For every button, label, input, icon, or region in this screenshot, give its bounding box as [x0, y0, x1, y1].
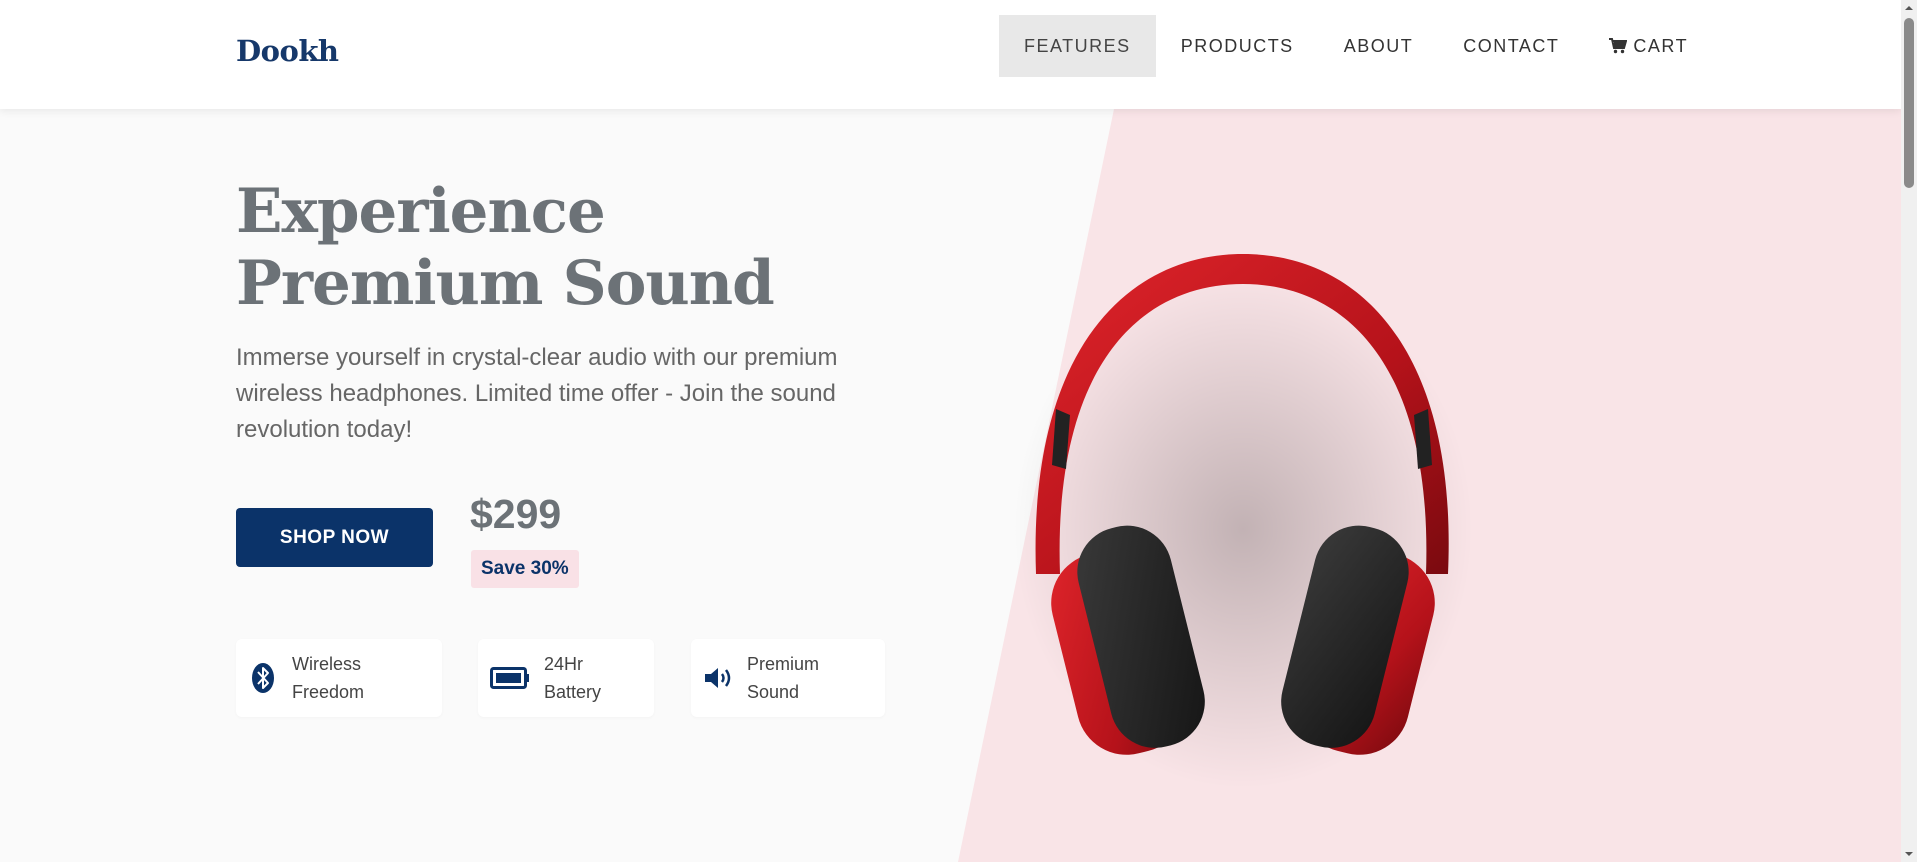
nav-item-about[interactable]: ABOUT	[1319, 15, 1439, 77]
cart-icon	[1609, 38, 1628, 54]
feature-card-sound: Premium Sound	[691, 639, 885, 717]
scroll-up-arrow-icon[interactable]	[1903, 2, 1915, 14]
shop-now-button[interactable]: SHOP NOW	[236, 508, 433, 567]
site-header: Dookh FEATURES PRODUCTS ABOUT CONTACT CA…	[0, 0, 1901, 109]
scroll-thumb[interactable]	[1904, 18, 1914, 188]
feature-line: Premium	[747, 654, 820, 674]
brand-logo[interactable]: Dookh	[236, 34, 339, 68]
feature-line: Sound	[747, 682, 800, 702]
price: $299	[470, 491, 562, 537]
feature-card-wireless: Wireless Freedom	[236, 639, 442, 717]
nav-item-contact[interactable]: CONTACT	[1438, 15, 1584, 77]
nav-item-label: FEATURES	[1024, 35, 1131, 56]
headphones-product-image	[1013, 254, 1473, 789]
feature-card-battery: 24Hr Battery	[478, 639, 654, 717]
nav-item-products[interactable]: PRODUCTS	[1156, 15, 1319, 77]
feature-line: Wireless	[292, 654, 362, 674]
vertical-scrollbar[interactable]	[1901, 0, 1917, 862]
nav-item-label: PRODUCTS	[1180, 35, 1294, 56]
feature-line: 24Hr	[544, 654, 584, 674]
nav-item-label: ABOUT	[1343, 35, 1414, 56]
bluetooth-icon	[248, 663, 278, 693]
battery-icon	[490, 663, 530, 693]
nav-item-label: CONTACT	[1463, 35, 1560, 56]
hero-title: Experience Premium Sound	[236, 176, 775, 319]
feature-text: Wireless Freedom	[292, 650, 402, 706]
save-badge: Save 30%	[471, 550, 579, 588]
hero-subtitle: Immerse yourself in crystal-clear audio …	[236, 344, 838, 443]
volume-icon	[703, 663, 733, 693]
scroll-down-arrow-icon[interactable]	[1903, 848, 1915, 860]
feature-line: Freedom	[292, 682, 365, 702]
feature-text: 24Hr Battery	[544, 650, 634, 706]
nav-item-features[interactable]: FEATURES	[999, 15, 1156, 77]
hero-section: Experience Premium Sound Immerse yoursel…	[0, 109, 1901, 862]
main-nav: FEATURES PRODUCTS ABOUT CONTACT CART	[999, 15, 1713, 77]
nav-item-cart[interactable]: CART	[1584, 15, 1713, 77]
feature-text: Premium Sound	[747, 650, 857, 706]
feature-line: Battery	[544, 682, 602, 702]
nav-item-label: CART	[1633, 35, 1689, 56]
